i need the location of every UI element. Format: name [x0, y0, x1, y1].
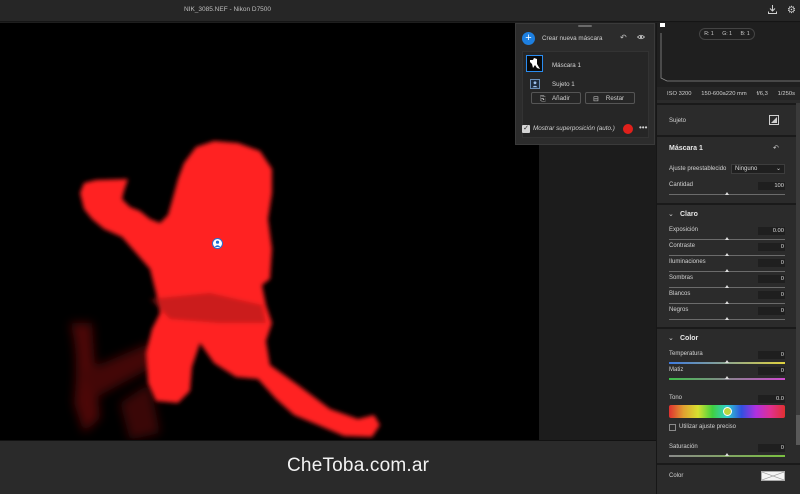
submask-item-label[interactable]: Sujeto 1 — [552, 81, 575, 88]
shadows-slider[interactable] — [669, 285, 785, 288]
light-collapse-icon[interactable]: ⌄ — [668, 210, 674, 218]
hue-picker-handle[interactable] — [723, 407, 732, 416]
overlay-color-swatch[interactable] — [623, 124, 633, 134]
mask-title: Máscara 1 — [669, 145, 703, 152]
exposure-value[interactable]: 0.00 — [758, 227, 785, 235]
shadows-label: Sombras — [669, 275, 694, 281]
blacks-label: Negros — [669, 307, 689, 313]
masks-panel: + Crear nueva máscara ↶ Máscara 1 Sujeto… — [515, 23, 655, 145]
shadows-value[interactable]: 0 — [758, 275, 785, 283]
histogram: R: 1 G: 1 B: 1 — [657, 23, 800, 88]
add-button[interactable]: ⎘ Añadir — [531, 92, 581, 104]
blacks-value[interactable]: 0 — [758, 307, 785, 315]
more-options-icon[interactable]: ••• — [639, 123, 647, 132]
subject-pin-icon[interactable] — [212, 238, 223, 249]
add-icon: ⎘ — [540, 96, 546, 103]
whites-value[interactable]: 0 — [758, 291, 785, 299]
image-canvas[interactable] — [0, 23, 539, 440]
create-mask-button[interactable]: Crear nueva máscara — [542, 35, 603, 42]
color-swatch[interactable] — [761, 471, 785, 481]
mask-item-label[interactable]: Máscara 1 — [552, 62, 581, 69]
saturation-label: Saturación — [669, 444, 698, 450]
overlay-checkbox[interactable]: ✓ — [522, 125, 530, 133]
watermark-text: CheToba.com.ar — [287, 455, 430, 476]
overlay-label: Mostrar superposición (auto.) — [533, 125, 615, 132]
amount-label: Cantidad — [669, 182, 694, 188]
subject-label: Sujeto — [669, 118, 687, 124]
window-title: NIK_3085.NEF - Nikon D7500 — [183, 6, 272, 13]
camera-info: ISO 3200 150-600a220 mm f/6,3 1/250s — [657, 87, 800, 100]
hue-color-bar[interactable] — [669, 405, 785, 418]
temperature-value[interactable]: 0 — [758, 351, 785, 359]
color-label: Color — [669, 473, 684, 479]
hue-label: Tono — [669, 395, 683, 401]
mask-thumbnail[interactable] — [526, 55, 543, 72]
amount-value[interactable]: 100 — [758, 182, 785, 190]
tint-slider[interactable] — [669, 376, 785, 380]
eye-icon[interactable] — [636, 33, 646, 42]
export-icon[interactable] — [766, 4, 779, 17]
contrast-slider[interactable] — [669, 253, 785, 256]
title-bar: NIK_3085.NEF - Nikon D7500 ⚙ — [0, 0, 800, 22]
light-section-title[interactable]: Claro — [680, 211, 698, 218]
add-mask-icon[interactable]: + — [522, 32, 535, 45]
exposure-slider[interactable] — [669, 237, 785, 240]
amount-slider[interactable] — [669, 192, 785, 195]
fine-adjust-label: Utilizar ajuste preciso — [679, 424, 737, 430]
preset-label: Ajuste preestablecido — [669, 166, 727, 172]
contrast-value[interactable]: 0 — [758, 243, 785, 251]
subtract-button[interactable]: ⊟ Restar — [585, 92, 635, 104]
mask-overlay-image — [70, 141, 380, 440]
drag-handle[interactable] — [578, 25, 592, 27]
highlights-slider[interactable] — [669, 269, 785, 272]
highlights-label: Iluminaciones — [669, 259, 706, 265]
highlights-value[interactable]: 0 — [758, 259, 785, 267]
contrast-label: Contraste — [669, 243, 696, 249]
temperature-slider[interactable] — [669, 360, 785, 364]
subtract-icon: ⊟ — [593, 96, 599, 103]
saturation-value[interactable]: 0 — [758, 444, 785, 452]
panel-scroll-thumb[interactable] — [796, 415, 800, 445]
tint-value[interactable]: 0 — [758, 367, 785, 375]
chevron-down-icon: ⌄ — [775, 166, 781, 172]
subject-mask-icon — [530, 79, 540, 89]
fine-adjust-checkbox[interactable] — [669, 424, 676, 431]
whites-slider[interactable] — [669, 301, 785, 304]
hue-value[interactable]: 0.0 — [758, 395, 785, 403]
panel-scrollbar[interactable] — [796, 103, 800, 443]
color-collapse-icon[interactable]: ⌄ — [668, 334, 674, 342]
right-panel: R: 1 G: 1 B: 1 ISO 3200 150-600a220 mm f… — [656, 23, 800, 494]
gear-icon[interactable]: ⚙ — [785, 4, 798, 17]
preset-select[interactable]: Ninguno ⌄ — [731, 164, 785, 174]
reset-icon[interactable]: ↶ — [620, 33, 627, 42]
saturation-slider[interactable] — [669, 453, 785, 457]
histogram-graph — [660, 23, 800, 82]
subject-toggle-icon[interactable] — [769, 115, 779, 125]
tint-label: Matiz — [669, 367, 684, 373]
temperature-label: Temperatura — [669, 351, 703, 357]
exposure-label: Exposición — [669, 227, 699, 233]
blacks-slider[interactable] — [669, 317, 785, 320]
whites-label: Blancos — [669, 291, 691, 297]
color-section-title[interactable]: Color — [680, 335, 698, 342]
reset-mask-icon[interactable]: ↶ — [773, 144, 779, 152]
